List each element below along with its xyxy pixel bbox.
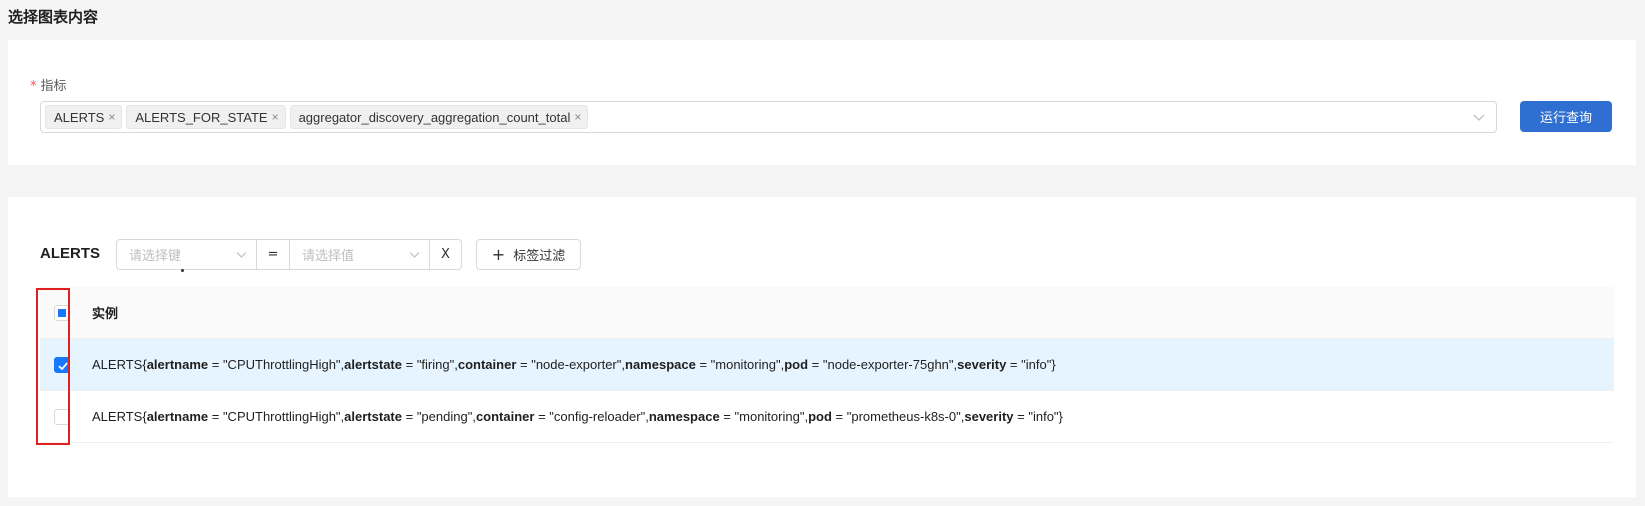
metrics-label-text: 指标 (40, 79, 67, 94)
label-filter-group: 请选择键 = 请选择值 X (116, 239, 462, 270)
chevron-down-icon[interactable] (1472, 110, 1486, 124)
metric-tag: aggregator_discovery_aggregation_count_t… (289, 105, 589, 129)
filter-value-select[interactable]: 请选择值 (290, 240, 430, 269)
filter-clear-button[interactable]: X (430, 240, 461, 269)
instances-table: 实例 ALERTS{alertname = "CPUThrottlingHigh… (40, 287, 1614, 443)
remove-tag-icon[interactable]: × (574, 110, 581, 124)
filter-key-placeholder: 请选择键 (129, 249, 182, 264)
metric-tag: ALERTS_FOR_STATE × (126, 105, 286, 129)
table-header: 实例 (40, 287, 1614, 339)
metrics-field-label: * 指标 (30, 75, 67, 94)
stray-dot (181, 269, 184, 272)
page-title: 选择图表内容 (8, 8, 99, 26)
plus-icon: + (491, 245, 506, 264)
tag-filter-button[interactable]: + 标签过滤 (476, 239, 581, 270)
metric-tag-label: aggregator_discovery_aggregation_count_t… (298, 109, 571, 125)
instance-label: ALERTS{alertname = "CPUThrottlingHigh",a… (92, 409, 1063, 424)
chevron-down-icon (409, 252, 420, 258)
results-title: ALERTS (40, 245, 100, 262)
instance-label: ALERTS{alertname = "CPUThrottlingHigh",a… (92, 357, 1056, 372)
column-header-instance: 实例 (92, 307, 119, 322)
remove-tag-icon[interactable]: × (272, 110, 279, 124)
filter-key-select[interactable]: 请选择键 (117, 240, 257, 269)
filter-value-placeholder: 请选择值 (302, 249, 355, 264)
annotation-highlight-box (36, 288, 70, 445)
table-row[interactable]: ALERTS{alertname = "CPUThrottlingHigh",a… (40, 339, 1614, 391)
table-row[interactable]: ALERTS{alertname = "CPUThrottlingHigh",a… (40, 391, 1614, 443)
metrics-multi-select[interactable]: ALERTS × ALERTS_FOR_STATE × aggregator_d… (40, 101, 1497, 133)
filter-operator: = (257, 240, 290, 269)
chevron-down-icon (236, 252, 247, 258)
results-card: ALERTS 请选择键 = 请选择值 X + 标签过滤 实例 ALERTS{al… (8, 197, 1636, 497)
metric-tag-label: ALERTS (54, 109, 105, 125)
run-query-button[interactable]: 运行查询 (1520, 101, 1612, 132)
required-mark: * (30, 79, 37, 94)
tag-filter-label: 标签过滤 (513, 249, 566, 264)
metric-tag: ALERTS × (45, 105, 123, 129)
metric-tag-label: ALERTS_FOR_STATE (135, 109, 268, 125)
remove-tag-icon[interactable]: × (108, 110, 115, 124)
metrics-card: * 指标 ALERTS × ALERTS_FOR_STATE × aggregat… (8, 40, 1636, 165)
